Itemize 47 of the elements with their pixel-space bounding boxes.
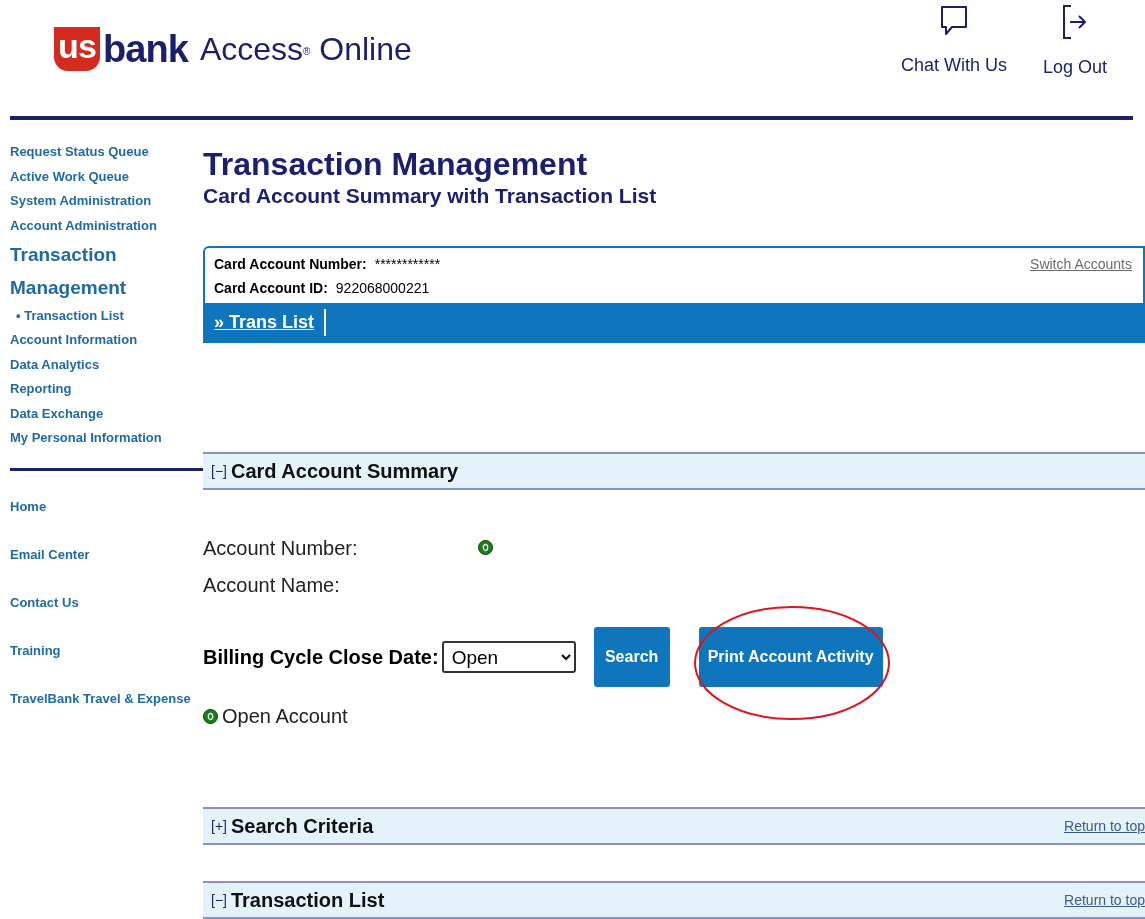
- sidebar-item[interactable]: Account Administration: [10, 213, 195, 238]
- switch-accounts-link[interactable]: Switch Accounts: [1030, 254, 1132, 300]
- product-name: Access$^{®}$ Online: [199, 33, 412, 65]
- page-title: Transaction Management: [203, 146, 589, 182]
- sidebar-item[interactable]: Email Center: [10, 544, 195, 564]
- tab[interactable]: » Trans List: [214, 308, 327, 336]
- field-label: Card Account ID:: [214, 279, 328, 298]
- section-title: Transaction List: [230, 888, 385, 913]
- field-label: Account Name:: [203, 572, 341, 598]
- sidebar-item[interactable]: Training: [10, 640, 195, 660]
- sidebar-item[interactable]: Transaction Management: [10, 238, 195, 304]
- collapse-toggle[interactable]: [−]: [211, 460, 227, 482]
- return-to-top-link[interactable]: Return to top: [1064, 889, 1145, 911]
- sidebar-item[interactable]: Data Exchange: [10, 401, 195, 426]
- sidebar-item[interactable]: Home: [10, 496, 195, 516]
- sidebar-item[interactable]: • Transaction List: [10, 304, 195, 328]
- sidebar-item[interactable]: Reporting: [10, 377, 195, 402]
- section-title: Search Criteria: [230, 814, 374, 839]
- sidebar-item[interactable]: TravelBank Travel & Expense: [10, 688, 195, 708]
- sidebar-item[interactable]: Contact Us: [10, 592, 195, 612]
- chat-icon: [938, 4, 969, 38]
- sidebar-item[interactable]: Account Information: [10, 328, 195, 353]
- field-value: 922068000221: [335, 279, 430, 298]
- return-to-top-link[interactable]: Return to top: [1064, 815, 1145, 837]
- search-button[interactable]: Search: [593, 627, 670, 687]
- collapse-toggle[interactable]: [−]: [211, 889, 227, 911]
- field-label: Account Number:: [203, 535, 358, 561]
- print-account-activity-button[interactable]: Print Account Activity: [698, 627, 883, 687]
- billing-cycle-label: Billing Cycle Close Date:: [203, 645, 439, 670]
- field-value: ************: [374, 255, 441, 274]
- logout-link[interactable]: Log Out: [1042, 4, 1107, 81]
- collapse-toggle[interactable]: [+]: [211, 815, 227, 837]
- logout-icon: [1061, 4, 1088, 40]
- logo-wordmark: bank: [103, 30, 188, 68]
- legend-text: Open Account: [222, 704, 348, 729]
- chat-link[interactable]: Chat With Us: [900, 4, 1007, 79]
- page-subtitle: Card Account Summary with Transaction List: [203, 183, 658, 209]
- sidebar-item[interactable]: System Administration: [10, 189, 195, 214]
- sidebar-item[interactable]: My Personal Information: [10, 426, 195, 451]
- sidebar-item[interactable]: Request Status Queue: [10, 140, 195, 165]
- sidebar-item[interactable]: Active Work Queue: [10, 164, 195, 189]
- section-title: Card Account Summary: [230, 459, 459, 484]
- logo-shield: us: [54, 27, 100, 71]
- billing-cycle-select[interactable]: Open: [441, 641, 576, 673]
- field-label: Card Account Number:: [214, 255, 367, 274]
- status-icon: [203, 708, 218, 724]
- sidebar-item[interactable]: Data Analytics: [10, 352, 195, 377]
